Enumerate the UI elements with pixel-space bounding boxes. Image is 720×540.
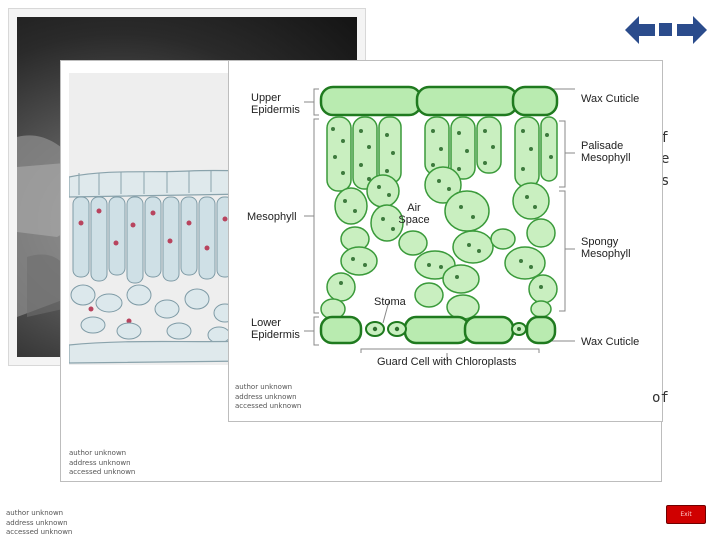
sem-credit: author unknown address unknown accessed … — [6, 509, 72, 538]
home-button[interactable] — [659, 23, 672, 36]
arrow-right-icon — [677, 16, 707, 44]
partial-text-4: of — [652, 390, 669, 406]
leaf-diagram-frame: Upper Epidermis Mesophyll Lower Epidermi… — [228, 60, 663, 422]
label-air-space-1: Air — [407, 202, 421, 214]
label-guard-cell: Guard Cell with Chloroplasts — [377, 356, 517, 368]
label-upper-epidermis-2: Epidermis — [251, 104, 300, 116]
forward-arrow-button[interactable] — [675, 16, 707, 44]
credit-author: author unknown — [235, 383, 293, 391]
back-arrow-button[interactable] — [625, 16, 657, 44]
label-lower-epidermis-2: Epidermis — [251, 329, 300, 341]
label-spongy-2: Mesophyll — [581, 248, 631, 260]
label-stoma: Stoma — [374, 296, 407, 308]
label-lower-epidermis-1: Lower — [251, 317, 281, 329]
label-wax-cuticle-top: Wax Cuticle — [581, 93, 639, 105]
credit-accessed: accessed unknown — [6, 528, 73, 536]
label-upper-epidermis-1: Upper — [251, 92, 281, 104]
credit-author: author unknown — [69, 449, 127, 457]
leaf-cross-section-diagram: Upper Epidermis Mesophyll Lower Epidermi… — [247, 85, 639, 368]
exit-button[interactable]: Exit — [666, 505, 706, 524]
credit-address: address unknown — [6, 518, 68, 527]
label-air-space-2: Space — [398, 214, 429, 226]
credit-accessed: accessed unknown — [69, 468, 136, 476]
arrow-left-icon — [625, 16, 655, 44]
label-palisade-2: Mesophyll — [581, 152, 631, 164]
label-wax-cuticle-bottom: Wax Cuticle — [581, 336, 639, 348]
label-spongy-1: Spongy — [581, 236, 619, 248]
credit-accessed: accessed unknown — [235, 402, 302, 410]
diagram-credit: author unknown address unknown accessed … — [235, 383, 301, 412]
label-mesophyll: Mesophyll — [247, 211, 297, 223]
credit-author: author unknown — [6, 509, 64, 517]
micrograph-credit: author unknown address unknown accessed … — [69, 449, 135, 478]
label-palisade-1: Palisade — [581, 140, 623, 152]
credit-address: address unknown — [69, 458, 131, 467]
credit-address: address unknown — [235, 392, 297, 401]
